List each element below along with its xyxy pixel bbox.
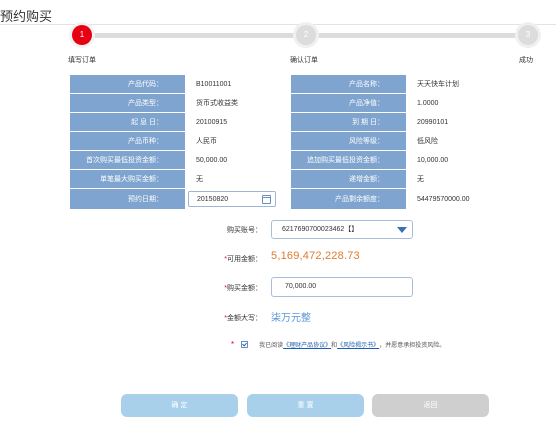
max-single-purchase-value: 无: [186, 170, 290, 188]
increment-value: 无: [407, 170, 511, 188]
currency-label: 产品币种：: [70, 132, 185, 150]
table-row: 单笔最大购买金额： 无 递增金额： 无: [70, 170, 511, 188]
reserve-date-picker[interactable]: 20150820: [188, 191, 276, 207]
table-row: 产品类型： 货币式收益类 产品净值： 1.0000: [70, 94, 511, 112]
table-row: 起 息 日： 20100915 到 期 日： 20990101: [70, 113, 511, 131]
step-2-label: 确认订单: [290, 57, 318, 64]
first-min-invest-value: 50,000.00: [186, 151, 290, 169]
agreement-row: * 我已阅读 《理财产品协议》 和 《风险揭示书》 ，并愿意承担投资风险。: [231, 340, 445, 349]
chevron-down-icon[interactable]: [397, 227, 407, 233]
reserve-date-value: 20150820: [197, 195, 229, 203]
product-agreement-link[interactable]: 《理财产品协议》: [283, 340, 331, 349]
risk-level-label: 风险等级：: [291, 132, 406, 150]
agree-suffix-text: ，并愿意承担投资风险。: [379, 343, 446, 349]
purchase-amount-input[interactable]: 70,000.00: [271, 277, 413, 297]
maturity-date-label: 到 期 日：: [291, 113, 406, 131]
product-nav-label: 产品净值：: [291, 94, 406, 112]
risk-disclosure-link[interactable]: 《风险揭示书》: [337, 340, 379, 349]
account-select[interactable]: 6217690700023462【】: [271, 220, 413, 239]
value-date-label: 起 息 日：: [70, 113, 185, 131]
step-1-label: 填写订单: [68, 57, 96, 64]
additional-min-invest-value: 10,000.00: [407, 151, 511, 169]
step-3-circle: 3: [518, 25, 538, 45]
currency-value: 人民币: [186, 132, 290, 150]
remaining-quota-value: 54479570000.00: [407, 189, 511, 209]
product-type-label: 产品类型：: [70, 94, 185, 112]
product-name-value: 天天快车计划: [407, 75, 511, 93]
page-title: 预约购买: [0, 9, 53, 24]
step-3-label: 成功: [519, 57, 533, 64]
table-row: 首次购买最低投资金额： 50,000.00 追加购买最低投资金额： 10,000…: [70, 151, 511, 169]
risk-level-value: 低风险: [407, 132, 511, 150]
product-code-label: 产品代码：: [70, 75, 185, 93]
table-row: 产品币种： 人民币 风险等级： 低风险: [70, 132, 511, 150]
agree-prefix-text: 我已阅读: [259, 343, 284, 349]
remaining-quota-label: 产品剩余额度：: [291, 189, 406, 209]
available-amount-value: 5,169,472,228.73: [271, 250, 360, 262]
step-2-circle: 2: [296, 25, 316, 45]
agree-checkbox[interactable]: [241, 341, 249, 348]
value-date-value: 20100915: [186, 113, 290, 131]
increment-label: 递增金额：: [291, 170, 406, 188]
confirm-button[interactable]: 确 定: [121, 394, 238, 417]
first-min-invest-label: 首次购买最低投资金额：: [70, 151, 185, 169]
amount-in-words-value: 柒万元整: [271, 313, 311, 324]
product-nav-value: 1.0000: [407, 94, 511, 112]
reserve-date-cell: 20150820: [186, 189, 290, 209]
additional-min-invest-label: 追加购买最低投资金额：: [291, 151, 406, 169]
calendar-icon[interactable]: [262, 194, 271, 204]
product-info-table: 产品代码： B10011001 产品名称： 天天快车计划 产品类型： 货币式收益…: [69, 74, 512, 210]
max-single-purchase-label: 单笔最大购买金额：: [70, 170, 185, 188]
reserve-date-label: 预约日期：: [70, 189, 185, 209]
reset-button[interactable]: 重 置: [247, 394, 364, 417]
required-mark: *: [231, 340, 235, 349]
step-1-circle: 1: [72, 25, 92, 45]
available-amount-label: *可用金额：: [224, 256, 262, 263]
product-code-value: B10011001: [186, 75, 290, 93]
maturity-date-value: 20990101: [407, 113, 511, 131]
table-row: 产品代码： B10011001 产品名称： 天天快车计划: [70, 75, 511, 93]
product-type-value: 货币式收益类: [186, 94, 290, 112]
product-name-label: 产品名称：: [291, 75, 406, 93]
purchase-amount-label: *购买金额：: [224, 285, 262, 292]
back-button[interactable]: 返回: [372, 394, 489, 417]
account-label: 购买账号：: [227, 227, 262, 234]
amount-in-words-label: *金额大写：: [224, 315, 262, 322]
table-row: 预约日期： 20150820 产品剩余额度： 54479570000.00: [70, 189, 511, 209]
account-select-value: 6217690700023462【】: [282, 226, 359, 233]
